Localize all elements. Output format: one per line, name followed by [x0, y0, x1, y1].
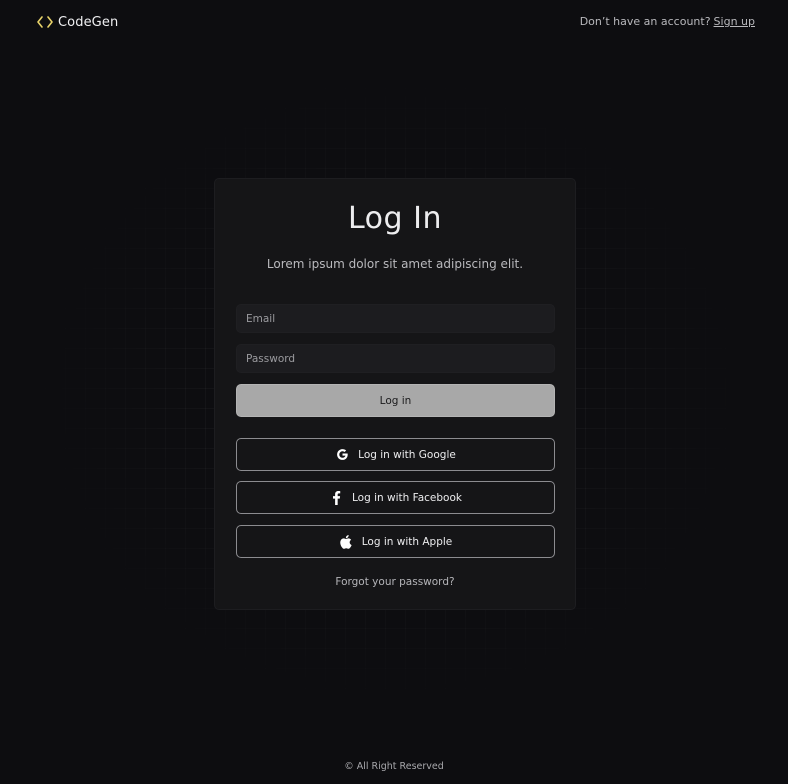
google-login-button[interactable]: Log in with Google — [236, 438, 555, 471]
login-card: Log In Lorem ipsum dolor sit amet adipis… — [214, 178, 576, 610]
password-input[interactable] — [236, 344, 555, 373]
login-button[interactable]: Log in — [236, 384, 555, 417]
footer-copyright: © All Right Reserved — [344, 761, 444, 772]
page-subtitle: Lorem ipsum dolor sit amet adipiscing el… — [266, 257, 524, 271]
apple-login-button[interactable]: Log in with Apple — [236, 525, 555, 558]
login-button-label: Log in — [379, 394, 412, 407]
google-login-label: Log in with Google — [358, 448, 456, 461]
login-page: CodeGen Don’t have an account? Sign up Lo… — [0, 0, 788, 784]
brand-name: CodeGen — [58, 14, 119, 30]
google-icon — [335, 448, 349, 462]
facebook-icon — [329, 490, 343, 505]
signup-link[interactable]: Sign up — [714, 15, 755, 28]
signup-prompt-text: Don’t have an account? — [579, 15, 711, 28]
apple-login-label: Log in with Apple — [361, 535, 453, 548]
signup-prompt: Don’t have an account? Sign up — [580, 15, 755, 28]
apple-icon — [339, 534, 353, 549]
email-input[interactable] — [236, 304, 555, 333]
forgot-password-link[interactable]: Forgot your password? — [215, 576, 575, 588]
facebook-login-button[interactable]: Log in with Facebook — [236, 481, 555, 514]
page-title: Log In — [348, 201, 442, 236]
facebook-login-label: Log in with Facebook — [352, 491, 462, 504]
brand-logo[interactable]: CodeGen — [37, 13, 118, 31]
code-brackets-icon — [37, 13, 53, 31]
